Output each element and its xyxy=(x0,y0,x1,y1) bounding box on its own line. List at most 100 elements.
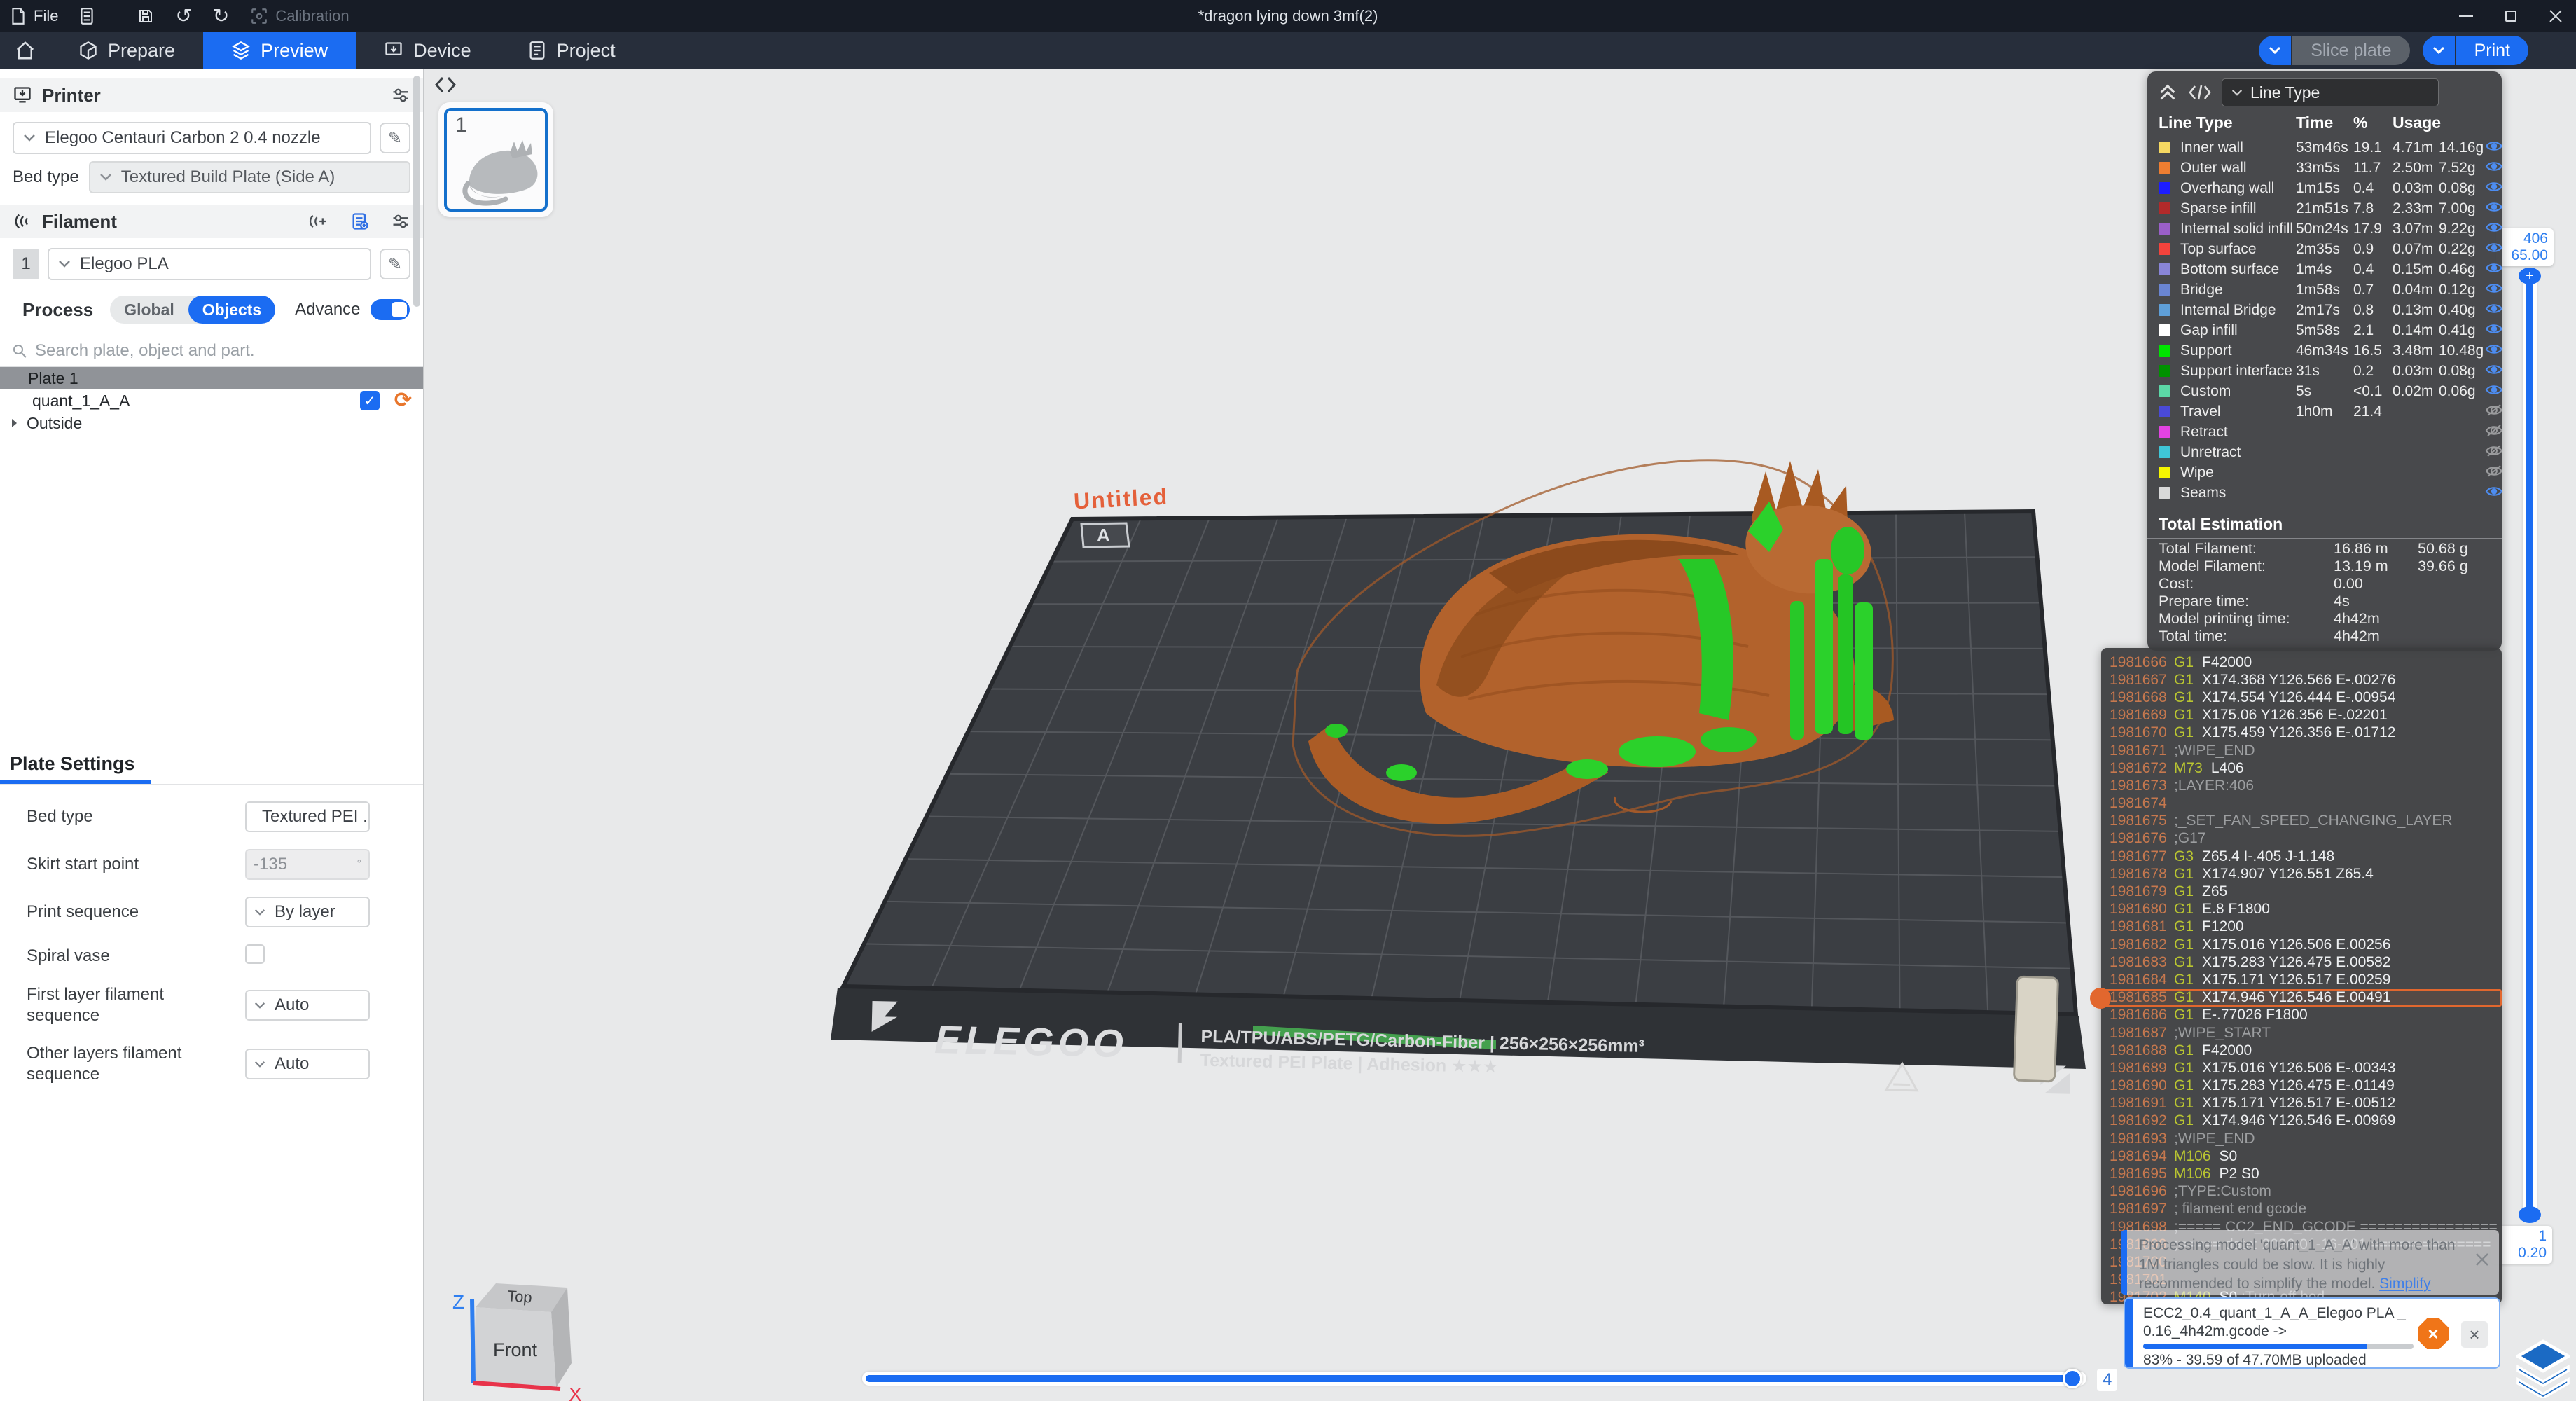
gcode-view-icon[interactable] xyxy=(2188,83,2212,102)
ps-other-layers-select[interactable]: Auto xyxy=(245,1049,370,1079)
gcode-line[interactable]: 1981687;WIPE_START xyxy=(2101,1024,2502,1042)
filament-library-icon[interactable] xyxy=(350,212,370,231)
visibility-on-icon[interactable] xyxy=(2485,485,2503,502)
filament-preset-select[interactable]: Elegoo PLA xyxy=(48,248,371,280)
gcode-line[interactable]: 1981683G1X175.283 Y126.475 E.00582 xyxy=(2101,953,2502,971)
gcode-line[interactable]: 1981678G1X174.907 Y126.551 Z65.4 xyxy=(2101,865,2502,883)
layers-view-icon[interactable] xyxy=(2516,1339,2570,1398)
visibility-on-icon[interactable] xyxy=(2485,261,2503,278)
minimize-button[interactable] xyxy=(2456,6,2477,27)
search-input[interactable] xyxy=(35,341,357,361)
navigation-cube[interactable]: Y Top Front Z X xyxy=(437,1258,591,1401)
gcode-line[interactable]: 1981673;LAYER:406 xyxy=(2101,777,2502,794)
gcode-line[interactable]: 1981686G1E-.77026 F1800 xyxy=(2101,1007,2502,1024)
tree-item-outside[interactable]: Outside xyxy=(0,412,423,434)
edit-filament-button[interactable]: ✎ xyxy=(380,249,410,279)
simplify-toast-close-icon[interactable] xyxy=(2474,1251,2491,1274)
gcode-line[interactable]: 1981666G1F42000 xyxy=(2101,654,2502,671)
gcode-line[interactable]: 1981685G1X174.946 Y126.546 E.00491 xyxy=(2101,989,2502,1007)
advance-toggle[interactable] xyxy=(371,299,410,320)
ps-bed-type-select[interactable]: Textured PEI ... xyxy=(245,801,370,832)
upload-cancel-button[interactable]: × xyxy=(2418,1318,2449,1349)
process-scope-objects[interactable]: Objects xyxy=(188,296,275,324)
gcode-current-line-marker[interactable] xyxy=(2090,988,2111,1009)
upload-close-button[interactable]: × xyxy=(2461,1321,2488,1348)
edit-printer-button[interactable]: ✎ xyxy=(380,123,410,153)
tab-device[interactable]: Device xyxy=(356,32,499,69)
layer-slider-bottom-handle[interactable] xyxy=(2519,1206,2541,1223)
filament-settings-icon[interactable] xyxy=(391,212,410,231)
gcode-line[interactable]: 1981674 xyxy=(2101,795,2502,813)
visibility-on-icon[interactable] xyxy=(2485,180,2503,197)
layer-slider[interactable]: + xyxy=(2523,269,2537,1222)
tree-item-object[interactable]: quant_1_A_A ✓ ⟳ xyxy=(0,389,423,412)
object-visible-checkbox[interactable]: ✓ xyxy=(360,391,380,410)
redo-button[interactable]: ↻ xyxy=(213,6,229,26)
visibility-on-icon[interactable] xyxy=(2485,221,2503,237)
process-scope-global[interactable]: Global xyxy=(110,296,188,324)
maximize-button[interactable] xyxy=(2500,6,2521,27)
tab-prepare[interactable]: Prepare xyxy=(50,32,203,69)
notes-menu[interactable] xyxy=(79,7,95,25)
slice-options-button[interactable] xyxy=(2259,36,2291,65)
tab-project[interactable]: Project xyxy=(499,32,644,69)
gcode-line[interactable]: 1981689G1X175.016 Y126.506 E-.00343 xyxy=(2101,1059,2502,1077)
tab-preview[interactable]: Preview xyxy=(203,32,356,69)
gcode-line[interactable]: 1981696;TYPE:Custom xyxy=(2101,1183,2502,1201)
gcode-line[interactable]: 1981676;G17 xyxy=(2101,830,2502,848)
collapse-panel-icon[interactable] xyxy=(2157,83,2178,102)
visibility-on-icon[interactable] xyxy=(2485,343,2503,359)
visibility-on-icon[interactable] xyxy=(2485,282,2503,298)
visibility-on-icon[interactable] xyxy=(2485,302,2503,319)
ps-skirt-input[interactable]: -135 ° xyxy=(245,849,370,880)
visibility-on-icon[interactable] xyxy=(2485,139,2503,156)
gcode-line[interactable]: 1981695M106P2 S0 xyxy=(2101,1165,2502,1182)
printer-settings-icon[interactable] xyxy=(391,85,410,105)
gcode-line[interactable]: 1981671;WIPE_END xyxy=(2101,742,2502,759)
visibility-on-icon[interactable] xyxy=(2485,383,2503,400)
gcode-line[interactable]: 1981697; filament end gcode xyxy=(2101,1201,2502,1218)
gcode-line[interactable]: 1981681G1F1200 xyxy=(2101,918,2502,936)
visibility-off-icon[interactable] xyxy=(2485,464,2503,481)
print-button[interactable]: Print xyxy=(2456,36,2528,65)
ps-first-layer-select[interactable]: Auto xyxy=(245,990,370,1021)
ps-print-sequence-select[interactable]: By layer xyxy=(245,897,370,927)
gcode-line[interactable]: 1981694M106S0 xyxy=(2101,1147,2502,1165)
visibility-off-icon[interactable] xyxy=(2485,444,2503,461)
gcode-line[interactable]: 1981675;_SET_FAN_SPEED_CHANGING_LAYER xyxy=(2101,813,2502,830)
gcode-line[interactable]: 1981680G1E.8 F1800 xyxy=(2101,901,2502,918)
sidebar-scrollbar[interactable] xyxy=(413,76,420,307)
slice-plate-button[interactable]: Slice plate xyxy=(2292,36,2409,65)
gcode-line[interactable]: 1981684G1X175.171 Y126.517 E.00259 xyxy=(2101,971,2502,988)
gcode-line[interactable]: 1981670G1X175.459 Y126.356 E-.01712 xyxy=(2101,724,2502,742)
tab-home[interactable] xyxy=(0,32,50,69)
undo-button[interactable]: ↺ xyxy=(175,6,191,26)
gcode-viewer[interactable]: 1981666G1F420001981667G1X174.368 Y126.56… xyxy=(2101,648,2502,1304)
visibility-on-icon[interactable] xyxy=(2485,200,2503,217)
move-slider[interactable] xyxy=(862,1372,2086,1386)
ps-spiral-vase-checkbox[interactable] xyxy=(245,944,265,964)
bed-type-select[interactable]: Textured Build Plate (Side A) xyxy=(89,161,410,193)
filament-slot-number[interactable]: 1 xyxy=(13,249,39,279)
save-button[interactable] xyxy=(137,8,154,25)
gcode-line[interactable]: 1981690G1X175.283 Y126.475 E-.01149 xyxy=(2101,1077,2502,1095)
add-filament-icon[interactable] xyxy=(308,212,329,231)
object-sync-icon[interactable]: ⟳ xyxy=(394,390,412,411)
visibility-on-icon[interactable] xyxy=(2485,241,2503,258)
gcode-line[interactable]: 1981679G1Z65 xyxy=(2101,883,2502,900)
calibration-menu[interactable]: Calibration xyxy=(250,7,349,25)
gcode-line[interactable]: 1981688G1F42000 xyxy=(2101,1042,2502,1059)
gcode-line[interactable]: 1981669G1X175.06 Y126.356 E-.02201 xyxy=(2101,707,2502,724)
visibility-off-icon[interactable] xyxy=(2485,403,2503,420)
tree-item-plate[interactable]: Plate 1 xyxy=(0,367,423,389)
gcode-line[interactable]: 1981692G1X174.946 Y126.546 E-.00969 xyxy=(2101,1112,2502,1130)
gcode-line[interactable]: 1981693;WIPE_END xyxy=(2101,1130,2502,1147)
view-mode-select[interactable]: Line Type xyxy=(2222,78,2439,106)
close-button[interactable] xyxy=(2545,6,2566,27)
move-slider-handle[interactable] xyxy=(2063,1369,2082,1388)
printer-preset-select[interactable]: Elegoo Centauri Carbon 2 0.4 nozzle xyxy=(13,122,371,154)
gcode-line[interactable]: 1981667G1X174.368 Y126.566 E-.00276 xyxy=(2101,671,2502,689)
gcode-line[interactable]: 1981668G1X174.554 Y126.444 E-.00954 xyxy=(2101,689,2502,706)
visibility-on-icon[interactable] xyxy=(2485,322,2503,339)
gcode-line[interactable]: 1981672M73L406 xyxy=(2101,759,2502,777)
